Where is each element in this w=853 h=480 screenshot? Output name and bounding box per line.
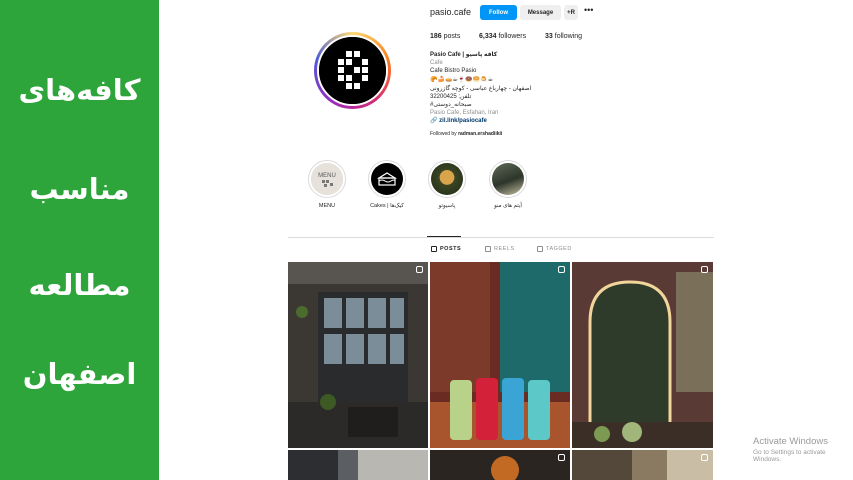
interior-photo-icon [492, 163, 524, 195]
highlight-menu[interactable]: MENU MENU [307, 160, 347, 209]
cafe-interior-photo [288, 262, 428, 448]
post-thumbnail[interactable] [572, 450, 713, 480]
bio-location: Pasio Cafe, Esfahan, Iran [430, 110, 499, 116]
title-banner: کافه‌های مناسب مطالعه اصفهان [0, 0, 159, 480]
followers-count[interactable]: 6,334 followers [479, 33, 526, 40]
followed-by[interactable]: Followed by radman.ershadiikii [430, 131, 502, 137]
highlight-menu-items[interactable]: آیتم های منو [488, 160, 528, 209]
highlight-label: آیتم های منو [494, 203, 522, 209]
cake-icon [371, 163, 403, 195]
post-thumbnail[interactable] [288, 262, 428, 448]
post-thumbnail[interactable] [572, 262, 713, 448]
highlight-ring: MENU [308, 160, 346, 198]
post-thumbnail[interactable] [430, 262, 570, 448]
tab-tagged[interactable]: TAGGED [537, 246, 572, 252]
profile-avatar-ring[interactable] [314, 32, 391, 109]
following-count-label: following [554, 33, 582, 40]
bio-hashtag[interactable]: صبحانه_دوستی# [430, 101, 472, 108]
highlight-pasioto[interactable]: پاسیوتو [427, 160, 467, 209]
banner-line: مناسب [29, 172, 130, 206]
tab-label: TAGGED [546, 246, 572, 252]
post-thumbnail[interactable] [430, 450, 570, 480]
post-thumbnail[interactable] [288, 450, 428, 480]
posts-count-value: 186 [430, 33, 442, 40]
windows-activation-title: Activate Windows [753, 436, 828, 447]
svg-text:MENU: MENU [318, 173, 336, 179]
reel-badge-icon [416, 266, 423, 273]
profile-avatar [317, 35, 388, 106]
bio-link-text: zil.link/pasiocafe [439, 118, 487, 124]
more-options-icon[interactable]: ••• [584, 5, 593, 15]
message-button[interactable]: Message [520, 5, 561, 20]
bio-description: Cafe Bistro Pasio [430, 68, 477, 74]
grid-icon [431, 246, 437, 252]
banner-line: مطالعه [28, 268, 131, 302]
banner-line: کافه‌های [18, 73, 141, 107]
highlight-label: پاسیوتو [438, 203, 456, 209]
bio-emoji-line: 🥐🍰🥧☕🍷🍩🥯🍮☕ [430, 77, 494, 83]
suggested-accounts-button[interactable]: +R [564, 5, 578, 20]
bio-category: Cafe [430, 60, 443, 66]
highlight-label: Cakes | کیک‌ها [370, 203, 404, 209]
followed-by-prefix: Followed by [430, 131, 457, 137]
highlight-ring [368, 160, 406, 198]
windows-activation-subtitle: Go to Settings to activate Windows. [753, 449, 826, 463]
instagram-profile-page: pasio.cafe Follow Message +R ••• 186 pos… [159, 0, 853, 480]
tab-reels[interactable]: REELS [485, 246, 515, 252]
profile-username: pasio.cafe [430, 7, 472, 17]
post-photo [430, 450, 570, 480]
reel-badge-icon [558, 266, 565, 273]
followed-by-user: radman.ershadiikii [458, 131, 503, 137]
followers-count-value: 6,334 [479, 33, 497, 40]
post-photo [288, 450, 428, 480]
bio-name: Pasio Cafe | کافه پاسیو [430, 52, 498, 58]
bio-phone: تلفن: 32200425 [430, 94, 472, 100]
tab-label: POSTS [440, 246, 462, 252]
highlight-cakes[interactable]: Cakes | کیک‌ها [367, 160, 407, 209]
tabs-divider [288, 237, 714, 238]
following-count[interactable]: 33 following [545, 33, 582, 40]
highlight-label: MENU [318, 203, 336, 209]
reels-icon [485, 246, 491, 252]
screenshot-root: کافه‌های مناسب مطالعه اصفهان pasio. [0, 0, 853, 480]
following-count-value: 33 [545, 33, 553, 40]
reel-badge-icon [701, 266, 708, 273]
drinks-photo [430, 262, 570, 448]
menu-cover-icon: MENU [311, 163, 343, 195]
followers-count-label: followers [498, 33, 527, 40]
highlight-ring [489, 160, 527, 198]
posts-count-label: posts [443, 33, 461, 40]
tagged-icon [537, 246, 543, 252]
banner-line: اصفهان [22, 357, 137, 391]
follow-button[interactable]: Follow [480, 5, 517, 20]
pasio-logo-icon [319, 37, 386, 104]
tab-label: REELS [494, 246, 515, 252]
arched-window-photo [572, 262, 713, 448]
reel-badge-icon [558, 454, 565, 461]
bio-link[interactable]: 🔗 zil.link/pasiocafe [430, 117, 487, 124]
bio-address: اصفهان - چهارباغ عباسی - کوچه گازرونی [430, 86, 532, 92]
link-icon: 🔗 [430, 118, 438, 124]
food-photo-icon [431, 163, 463, 195]
highlight-ring [428, 160, 466, 198]
tab-posts[interactable]: POSTS [426, 236, 462, 252]
post-photo [572, 450, 713, 480]
posts-count: 186 posts [430, 33, 460, 40]
reel-badge-icon [701, 454, 708, 461]
